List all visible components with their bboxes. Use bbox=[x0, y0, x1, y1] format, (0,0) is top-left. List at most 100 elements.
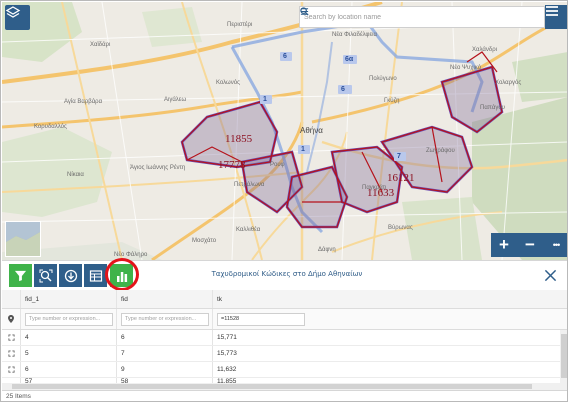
items-count: 25 Items bbox=[6, 393, 31, 400]
download-icon bbox=[64, 269, 77, 282]
place-label: Γκύζη bbox=[384, 98, 400, 104]
overview-minimap[interactable] bbox=[5, 221, 41, 257]
more-icon: ••• bbox=[552, 240, 561, 250]
grid-footer: 25 Items bbox=[2, 390, 567, 401]
map-zoom-controls: + − ••• bbox=[491, 233, 567, 257]
horizontal-scrollbar[interactable] bbox=[2, 383, 560, 390]
cell-fid: 9 bbox=[116, 362, 212, 377]
app-frame: 6α 6 1 6 1 7 Περιστέρι Νέα Φιλαδέλφεια Χ… bbox=[0, 0, 568, 402]
vertical-scrollbar[interactable] bbox=[560, 330, 567, 390]
zoom-in-button[interactable]: + bbox=[491, 233, 517, 257]
cell-fid-1: 4 bbox=[20, 330, 116, 345]
highlight-circle bbox=[105, 258, 139, 291]
table-row[interactable]: 4 6 15,771 bbox=[2, 330, 560, 346]
postal-code-label: 17778 bbox=[218, 159, 246, 171]
place-label: Νίκαια bbox=[67, 172, 84, 178]
place-label: Βύρωνας bbox=[388, 225, 413, 231]
layers-button[interactable] bbox=[5, 5, 30, 30]
more-tools-button[interactable]: ••• bbox=[543, 233, 567, 257]
filter-button[interactable] bbox=[9, 264, 32, 287]
search-input[interactable] bbox=[300, 8, 512, 26]
place-label: Κορυδαλλός bbox=[34, 124, 67, 130]
table-row[interactable]: 6 9 11,632 bbox=[2, 362, 560, 378]
tk-filter-cell bbox=[212, 309, 560, 329]
hamburger-icon bbox=[546, 6, 558, 16]
close-icon bbox=[544, 269, 556, 281]
header-spacer bbox=[2, 290, 20, 308]
zoom-to-feature-icon[interactable] bbox=[2, 346, 20, 361]
place-label: Αθήνα bbox=[300, 126, 323, 135]
fid-1-filter-cell bbox=[20, 309, 116, 329]
pin-icon bbox=[2, 309, 20, 329]
place-label: Χολαργός bbox=[495, 80, 522, 86]
route-badge: 6 bbox=[341, 86, 345, 93]
place-label: Νέο Ψυχικό bbox=[450, 65, 482, 71]
route-badge: 1 bbox=[263, 96, 267, 103]
place-label: Πετράλωνα bbox=[234, 182, 265, 188]
search-options-icon[interactable] bbox=[300, 7, 544, 27]
filter-icon bbox=[14, 270, 27, 282]
fid-filter-input[interactable] bbox=[121, 312, 209, 326]
plus-icon: + bbox=[499, 235, 509, 254]
place-label: Καλλιθέα bbox=[236, 227, 261, 233]
table-row[interactable]: 5 7 15,773 bbox=[2, 346, 560, 362]
route-badge: 1 bbox=[301, 146, 305, 153]
feature-grid-toolbar: Ταχυδρομικοί Κώδικες στο Δήμο Αθηναίων bbox=[2, 260, 567, 290]
layer-title: Ταχυδρομικοί Κώδικες στο Δήμο Αθηναίων bbox=[211, 270, 363, 278]
location-search bbox=[299, 6, 545, 28]
column-header-tk[interactable]: tk bbox=[212, 290, 560, 308]
map-view[interactable]: 6α 6 1 6 1 7 Περιστέρι Νέα Φιλαδέλφεια Χ… bbox=[2, 2, 567, 260]
close-grid-button[interactable] bbox=[541, 266, 559, 284]
place-label: Αγία Βαρβάρα bbox=[64, 99, 103, 105]
cell-tk: 15,771 bbox=[212, 330, 560, 345]
place-label: Αιγάλεω bbox=[164, 97, 187, 103]
place-label: Νέο Φάληρο bbox=[114, 252, 148, 258]
export-button[interactable] bbox=[59, 264, 82, 287]
filter-row bbox=[2, 309, 567, 330]
column-header-fid-1[interactable]: fid_1 bbox=[20, 290, 116, 308]
postal-code-label: 11633 bbox=[367, 187, 395, 199]
cell-fid-1: 5 bbox=[20, 346, 116, 361]
vertical-scroll-thumb[interactable] bbox=[561, 334, 567, 378]
postal-code-label: 11855 bbox=[225, 133, 253, 145]
cell-fid: 6 bbox=[116, 330, 212, 345]
place-label: Δάφνη bbox=[318, 247, 336, 253]
zoom-to-features-button[interactable] bbox=[34, 264, 57, 287]
route-badge: 7 bbox=[397, 153, 401, 160]
cell-fid-1: 6 bbox=[20, 362, 116, 377]
cell-tk: 15,773 bbox=[212, 346, 560, 361]
zoom-to-feature-icon[interactable] bbox=[2, 330, 20, 345]
zoom-to-feature-icon[interactable] bbox=[2, 362, 20, 377]
search-icon[interactable] bbox=[300, 7, 528, 27]
column-header-fid[interactable]: fid bbox=[116, 290, 212, 308]
route-badge: 6 bbox=[283, 53, 287, 60]
place-label: Άγιος Ιωάννης Ρέντη bbox=[130, 165, 186, 171]
cell-fid: 7 bbox=[116, 346, 212, 361]
place-label: Παπάγου bbox=[480, 105, 505, 111]
place-label: Νέα Φιλαδέλφεια bbox=[332, 32, 377, 38]
fid-1-filter-input[interactable] bbox=[25, 312, 113, 326]
horizontal-scroll-thumb[interactable] bbox=[12, 384, 532, 389]
postal-code-label: 16121 bbox=[387, 172, 415, 184]
zoom-to-selection-icon bbox=[39, 269, 52, 282]
attribute-table-icon bbox=[89, 269, 102, 282]
place-label: Χαϊδάρι bbox=[90, 42, 111, 48]
place-label: Περιστέρι bbox=[227, 22, 253, 28]
zoom-out-button[interactable]: − bbox=[517, 233, 543, 257]
attribute-table-button[interactable] bbox=[84, 264, 107, 287]
place-label: Χαλάνδρι bbox=[472, 47, 497, 53]
place-label: Μοσχάτο bbox=[192, 238, 217, 244]
map-canvas bbox=[2, 2, 567, 260]
place-label: Κολωνός bbox=[216, 80, 240, 86]
main-menu-button[interactable] bbox=[545, 5, 567, 29]
route-badge: 6α bbox=[345, 56, 354, 63]
minus-icon: − bbox=[525, 235, 535, 254]
fid-filter-cell bbox=[116, 309, 212, 329]
tk-filter-input[interactable] bbox=[217, 312, 305, 326]
place-label: Πολύγωνο bbox=[369, 76, 397, 82]
attribute-grid: fid_1 fid tk 4 6 15,771 5 bbox=[2, 290, 567, 390]
place-label: Ρουφ bbox=[270, 162, 285, 168]
place-label: Ζωγράφου bbox=[426, 148, 455, 154]
cell-tk: 11,632 bbox=[212, 362, 560, 377]
layers-icon bbox=[5, 6, 21, 18]
